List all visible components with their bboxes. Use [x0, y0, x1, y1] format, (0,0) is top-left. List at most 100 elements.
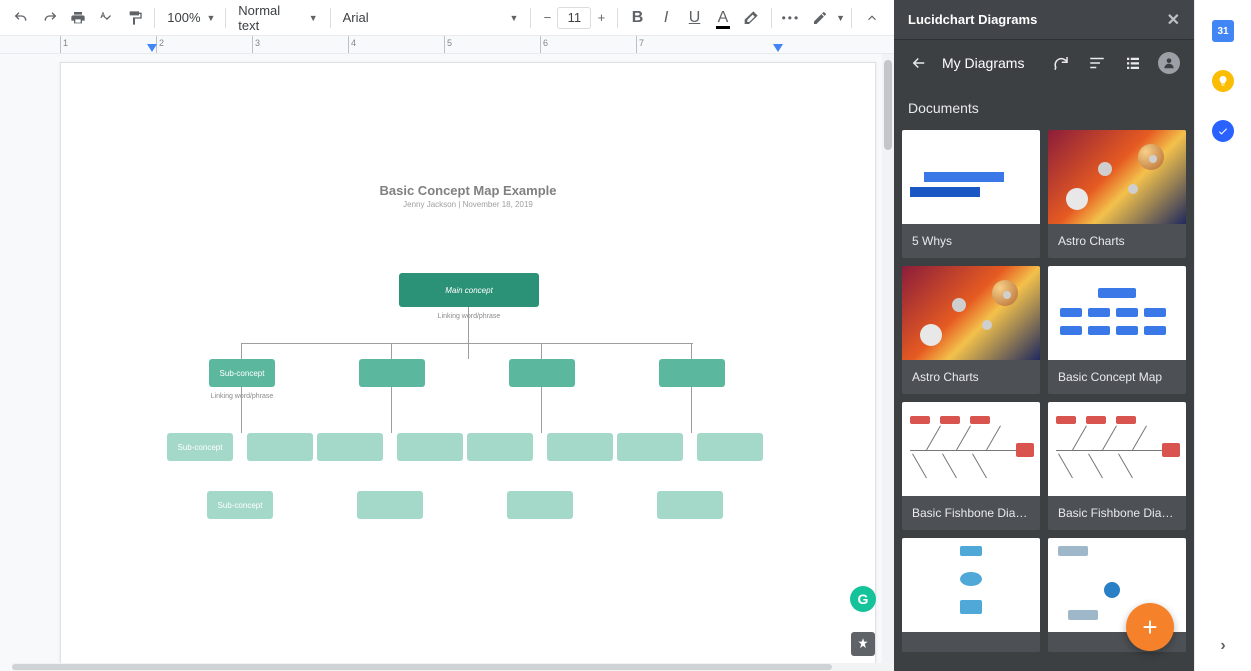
ruler-label: 7	[639, 38, 644, 48]
page-subtitle: Jenny Jackson | November 18, 2019	[61, 200, 875, 209]
text-color-button[interactable]: A	[710, 4, 736, 32]
font-size-input[interactable]: 11	[557, 7, 591, 29]
zoom-dropdown[interactable]: 100% ▼	[161, 4, 219, 32]
diagram-thumbnail	[902, 130, 1040, 224]
leaf-concept	[697, 433, 763, 461]
style-value: Normal text	[238, 3, 302, 33]
leaf-concept	[357, 491, 423, 519]
horizontal-scrollbar[interactable]	[12, 663, 882, 671]
diagram-label: Basic Fishbone Diagram	[902, 496, 1040, 530]
undo-button[interactable]	[8, 4, 34, 32]
lucid-nav: My Diagrams	[894, 40, 1194, 86]
diagram-thumbnail	[1048, 130, 1186, 224]
ruler-label: 4	[351, 38, 356, 48]
lucidchart-panel: Lucidchart Diagrams ✕ My Diagrams Docume…	[894, 0, 1194, 671]
ruler-label: 6	[543, 38, 548, 48]
font-value: Arial	[343, 10, 369, 25]
left-indent-marker[interactable]	[147, 44, 157, 52]
more-tools-button[interactable]: •••	[778, 4, 804, 32]
italic-button[interactable]: I	[653, 4, 679, 32]
leaf-concept	[467, 433, 533, 461]
diagram-thumbnail	[902, 538, 1040, 632]
grammarly-icon[interactable]: G	[850, 586, 876, 612]
right-indent-marker[interactable]	[773, 44, 783, 52]
concept-map: Main concept Linking word/phrase Sub-con…	[149, 273, 789, 603]
bold-button[interactable]: B	[624, 4, 650, 32]
leaf-concept: Sub-concept	[207, 491, 273, 519]
list-view-icon[interactable]	[1120, 50, 1146, 76]
page-title: Basic Concept Map Example	[61, 183, 875, 198]
diagram-thumbnail	[902, 402, 1040, 496]
refresh-icon[interactable]	[1048, 50, 1074, 76]
decrease-font-size-button[interactable]: −	[537, 6, 557, 30]
lucid-nav-title: My Diagrams	[942, 55, 1038, 71]
lucid-section-header: Documents	[894, 86, 1194, 126]
editing-mode-button[interactable]	[806, 4, 834, 32]
new-diagram-fab[interactable]: +	[1126, 603, 1174, 651]
calendar-icon[interactable]: 31	[1212, 20, 1234, 42]
diagram-card[interactable]: Basic Concept Map	[1048, 266, 1186, 394]
back-icon[interactable]	[906, 50, 932, 76]
leaf-concept	[247, 433, 313, 461]
document-page: Basic Concept Map Example Jenny Jackson …	[60, 62, 876, 671]
scrollbar-thumb[interactable]	[12, 664, 832, 670]
document-canvas[interactable]: Basic Concept Map Example Jenny Jackson …	[0, 54, 894, 671]
hide-menus-button[interactable]	[858, 4, 886, 32]
redo-button[interactable]	[36, 4, 62, 32]
highlight-button[interactable]	[738, 4, 764, 32]
diagram-label: 5 Whys	[902, 224, 1040, 258]
print-button[interactable]	[65, 4, 91, 32]
diagram-card[interactable]: Astro Charts	[902, 266, 1040, 394]
leaf-concept	[317, 433, 383, 461]
diagram-card[interactable]: Basic Fishbone Diagram	[902, 402, 1040, 530]
leaf-concept: Sub-concept	[167, 433, 233, 461]
chevron-down-icon: ▼	[309, 13, 318, 23]
diagram-label: Basic Concept Map	[1048, 360, 1186, 394]
keep-icon[interactable]	[1212, 70, 1234, 92]
account-icon[interactable]	[1156, 50, 1182, 76]
underline-button[interactable]: U	[681, 4, 707, 32]
diagram-label: Astro Charts	[1048, 224, 1186, 258]
diagram-card[interactable]: Astro Charts	[1048, 130, 1186, 258]
diagram-thumbnail	[1048, 266, 1186, 360]
side-panel-rail: 31 ›	[1194, 0, 1251, 671]
scrollbar-thumb[interactable]	[884, 60, 892, 150]
editing-mode-dropdown[interactable]: ▼	[836, 13, 845, 23]
sub-concept: Sub-concept	[209, 359, 275, 387]
toolbar: 100% ▼ Normal text ▼ Arial ▼ − 11 + B I …	[0, 0, 894, 36]
ruler-label: 2	[159, 38, 164, 48]
ruler-label: 3	[255, 38, 260, 48]
explore-button[interactable]	[851, 632, 875, 656]
show-side-panel-icon[interactable]: ›	[1212, 635, 1234, 657]
vertical-scrollbar[interactable]	[882, 54, 894, 671]
lucid-title: Lucidchart Diagrams	[908, 12, 1037, 27]
ruler-ticks: 1 2 3 4 5 6 7	[60, 36, 732, 53]
increase-font-size-button[interactable]: +	[591, 6, 611, 30]
linking-phrase: Linking word/phrase	[409, 313, 529, 320]
diagram-thumbnail	[902, 266, 1040, 360]
diagram-grid: 5 Whys Astro Charts Astro Charts Basic C…	[894, 130, 1194, 671]
leaf-concept	[617, 433, 683, 461]
tasks-icon[interactable]	[1212, 120, 1234, 142]
leaf-concept	[397, 433, 463, 461]
sub-concept	[659, 359, 725, 387]
linking-phrase: Linking word/phrase	[182, 393, 302, 400]
diagram-card[interactable]: Basic Fishbone Diagram	[1048, 402, 1186, 530]
diagram-label: Astro Charts	[902, 360, 1040, 394]
chevron-down-icon: ▼	[207, 13, 216, 23]
ruler-label: 5	[447, 38, 452, 48]
paint-format-button[interactable]	[122, 4, 148, 32]
sort-icon[interactable]	[1084, 50, 1110, 76]
plus-icon: +	[1142, 612, 1157, 643]
diagram-thumbnail	[1048, 402, 1186, 496]
diagram-card[interactable]: 5 Whys	[902, 130, 1040, 258]
spellcheck-button[interactable]	[93, 4, 119, 32]
concept-main: Main concept	[399, 273, 539, 307]
diagram-label	[902, 632, 1040, 652]
diagram-card[interactable]	[902, 538, 1040, 652]
close-icon[interactable]: ✕	[1167, 10, 1180, 30]
font-dropdown[interactable]: Arial ▼	[337, 4, 525, 32]
ruler-label: 1	[63, 38, 68, 48]
paragraph-style-dropdown[interactable]: Normal text ▼	[232, 4, 323, 32]
sub-concept	[359, 359, 425, 387]
